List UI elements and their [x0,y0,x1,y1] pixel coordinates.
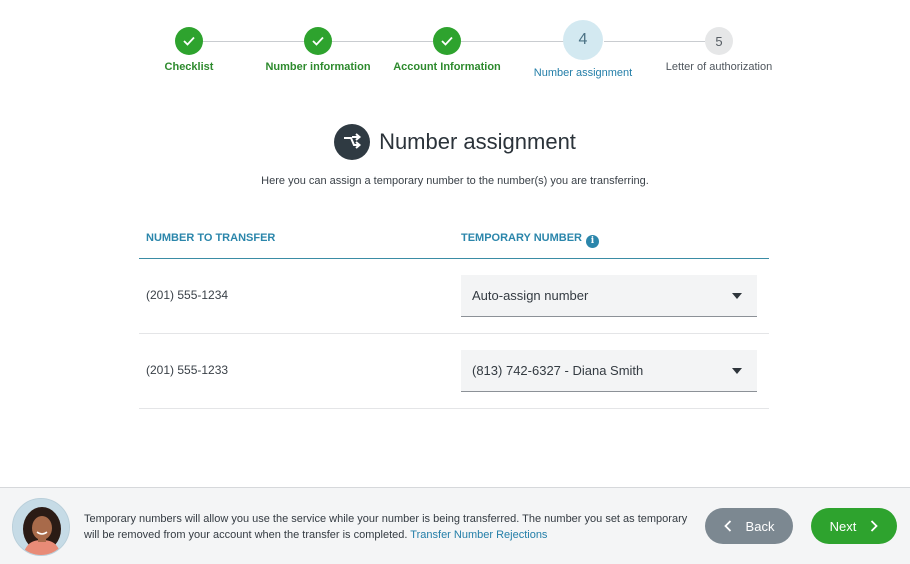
check-icon [175,27,203,55]
next-button[interactable]: Next [811,508,897,544]
page-title: Number assignment [379,129,576,154]
step-account-information[interactable]: Account Information [377,27,517,73]
check-icon [304,27,332,55]
check-icon [433,27,461,55]
column-header-number-to-transfer: NUMBER TO TRANSFER [146,232,276,244]
step-checklist[interactable]: Checklist [119,27,259,73]
chevron-left-icon [723,520,731,532]
select-value: Auto-assign number [472,288,589,303]
select-value: (813) 742-6327 - Diana Smith [472,363,644,378]
back-button-label: Back [745,518,775,534]
page-subtitle: Here you can assign a temporary number t… [261,175,649,187]
step-label: Checklist [164,61,214,73]
number-to-transfer: (201) 555-1234 [146,288,229,302]
caret-down-icon [732,293,742,299]
footer-message: Temporary numbers will allow you use the… [84,511,694,543]
back-button[interactable]: Back [705,508,793,544]
footer-bar: Temporary numbers will allow you use the… [0,487,910,564]
step-letter-of-authorization: 5 Letter of authorization [649,27,789,73]
step-number-assignment: 4 Number assignment [513,20,653,79]
footer-message-text: Temporary numbers will allow you use the… [84,513,688,541]
chevron-right-icon [871,520,879,532]
avatar [12,498,70,556]
column-header-temporary-number: TEMPORARY NUMBER i [461,232,600,248]
step-number: 4 [563,20,603,60]
temporary-number-select[interactable]: (813) 742-6327 - Diana Smith [461,350,757,392]
column-header-label: TEMPORARY NUMBER [461,232,583,244]
step-label: Letter of authorization [665,61,773,73]
table-header: NUMBER TO TRANSFER TEMPORARY NUMBER i [139,222,769,259]
number-to-transfer: (201) 555-1233 [146,363,229,377]
step-number: 5 [705,27,733,55]
temporary-number-select[interactable]: Auto-assign number [461,275,757,317]
step-number-information[interactable]: Number information [248,27,388,73]
caret-down-icon [732,368,742,374]
table-row: (201) 555-1233 (813) 742-6327 - Diana Sm… [139,334,769,409]
page-header: Number assignment [0,124,910,160]
step-label: Account Information [393,61,501,73]
transfer-number-rejections-link[interactable]: Transfer Number Rejections [410,529,547,541]
progress-stepper: Checklist Number information Account Inf… [0,0,910,90]
step-label: Number information [265,61,371,73]
number-assignment-table: NUMBER TO TRANSFER TEMPORARY NUMBER i (20… [139,222,769,409]
step-label: Number assignment [533,67,633,79]
next-button-label: Next [829,518,857,534]
info-icon[interactable]: i [586,234,600,248]
table-row: (201) 555-1234 Auto-assign number [139,259,769,334]
transfer-arrows-icon [334,124,371,160]
